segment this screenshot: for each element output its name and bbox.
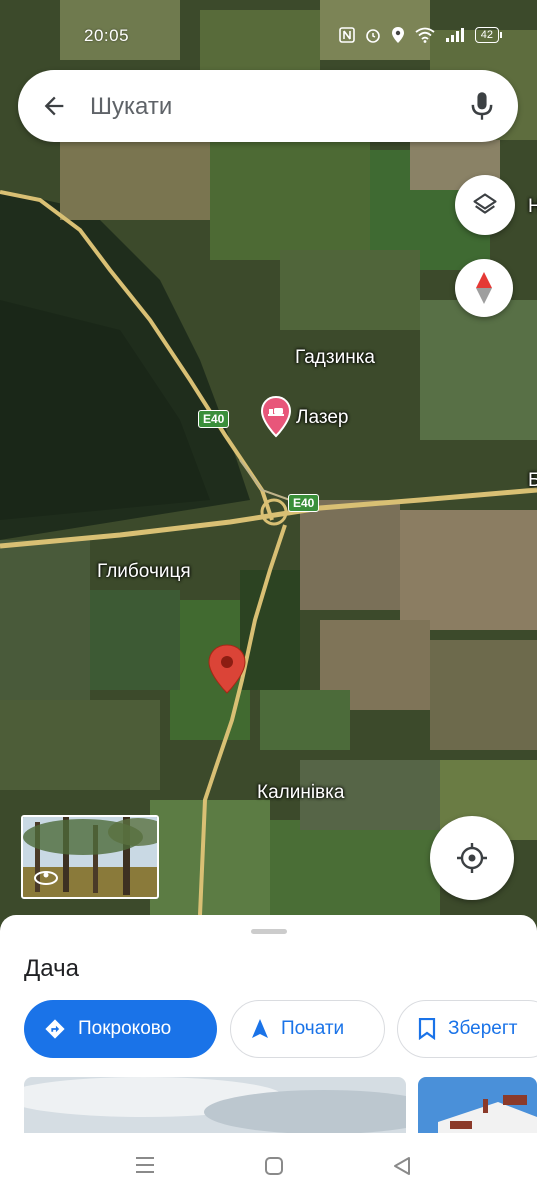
save-button-label: Зберегт [448, 1018, 518, 1039]
map-label-hadzynka[interactable]: Гадзинка [295, 347, 375, 369]
directions-button-label: Покроково [78, 1018, 172, 1039]
status-time: 20:05 [84, 26, 130, 45]
place-photo[interactable] [418, 1077, 537, 1137]
system-navigation-bar [0, 1133, 537, 1199]
menu-icon[interactable] [134, 1155, 156, 1175]
microphone-icon[interactable] [468, 90, 496, 122]
status-bar: 20:05 42 [0, 22, 537, 50]
alarm-icon [365, 29, 380, 43]
place-title: Дача [24, 955, 79, 982]
layers-button[interactable] [455, 175, 515, 235]
navigation-arrow-icon [252, 1019, 268, 1038]
map-label-hlybochytsia[interactable]: Глибочиця [97, 561, 191, 583]
crosshair-icon [457, 843, 487, 873]
wifi-icon [415, 27, 435, 43]
location-pin-icon[interactable] [205, 643, 249, 695]
home-icon[interactable] [263, 1155, 285, 1177]
search-input[interactable] [88, 88, 462, 126]
compass-icon [476, 272, 492, 304]
compass-button[interactable] [455, 259, 513, 317]
layers-icon [473, 193, 497, 214]
directions-icon [45, 1019, 65, 1039]
battery-icon: 42 [474, 27, 503, 43]
360-view-icon [34, 871, 58, 885]
status-icons: 42 [338, 26, 503, 44]
place-photo[interactable] [24, 1077, 406, 1137]
road-shield-e40: E40 [288, 494, 320, 512]
search-bar[interactable] [18, 70, 518, 142]
my-location-button[interactable] [430, 816, 514, 900]
nfc-icon [338, 27, 355, 43]
directions-button[interactable]: Покроково [24, 1000, 217, 1058]
location-icon [391, 27, 404, 43]
road-shield-e40: E40 [198, 410, 230, 428]
save-button[interactable]: Зберегт [397, 1000, 537, 1058]
map-label-edge-h: Н [528, 196, 537, 217]
hotel-poi-icon[interactable] [260, 396, 292, 438]
back-arrow-icon[interactable] [40, 92, 68, 120]
signal-icon [445, 28, 464, 42]
map-label-kalynivka[interactable]: Калинівка [257, 782, 344, 804]
start-button[interactable]: Почати [230, 1000, 385, 1058]
back-icon[interactable] [392, 1155, 412, 1177]
start-button-label: Почати [281, 1018, 345, 1039]
map-label-edge-b: Б [528, 470, 537, 491]
bookmark-icon [418, 1018, 436, 1040]
map-label-lazer[interactable]: Лазер [296, 407, 348, 429]
drag-handle[interactable] [251, 929, 287, 934]
street-view-thumbnail[interactable] [21, 815, 159, 899]
